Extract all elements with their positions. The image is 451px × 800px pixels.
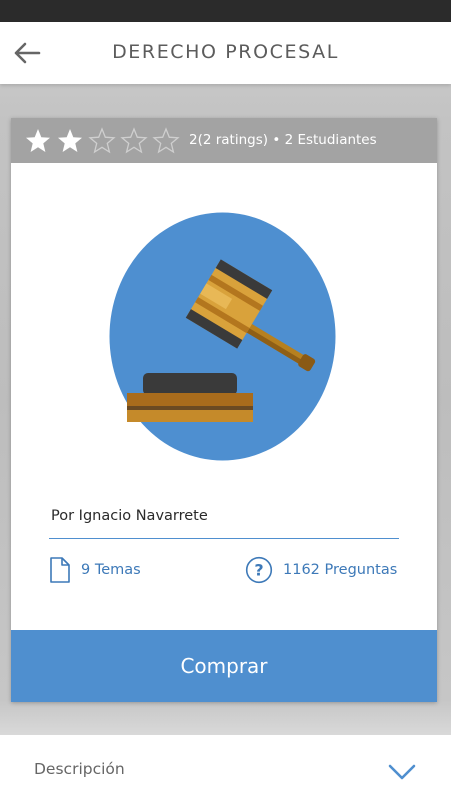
temas-label: 9 Temas [81, 562, 141, 578]
rating-bar: 2(2 ratings) • 2 Estudiantes [11, 118, 437, 163]
page-title: DERECHO PROCESAL [112, 41, 339, 63]
star-filled-icon [58, 129, 82, 152]
buy-button[interactable]: Comprar [11, 630, 437, 702]
rating-summary: 2(2 ratings) • 2 Estudiantes [189, 132, 377, 148]
star-rating [22, 127, 182, 155]
star-filled-icon [26, 129, 50, 152]
author-label: Por Ignacio Navarrete [51, 508, 208, 524]
svg-text:?: ? [254, 561, 263, 580]
gavel-icon [109, 212, 336, 461]
preguntas-label: 1162 Preguntas [283, 562, 398, 578]
app-bar: DERECHO PROCESAL [0, 22, 451, 84]
document-icon [50, 557, 70, 583]
preguntas-stat: ? 1162 Preguntas [245, 556, 397, 584]
status-bar [0, 0, 451, 22]
star-empty-icon [152, 127, 180, 154]
buy-button-label: Comprar [180, 654, 268, 678]
question-circle-icon: ? [245, 556, 273, 584]
star-empty-icon [88, 127, 116, 154]
description-toggle[interactable]: Descripción [0, 735, 451, 800]
chevron-down-icon [388, 764, 416, 780]
temas-stat: 9 Temas [49, 556, 141, 584]
divider [49, 538, 399, 539]
course-card: 2(2 ratings) • 2 Estudiantes Por Ignacio… [11, 118, 437, 702]
star-empty-icon [120, 127, 148, 154]
description-label: Descripción [34, 760, 125, 778]
